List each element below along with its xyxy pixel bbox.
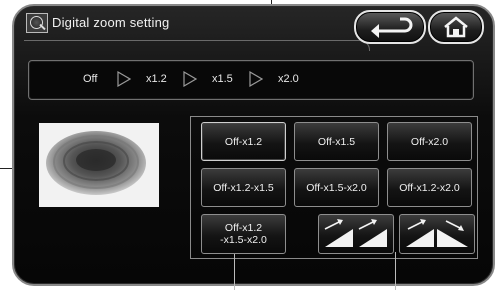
preset-off-x1-5-x2-0-button[interactable]: Off-x1.5-x2.0: [294, 168, 379, 207]
callout-line-bottom-right: [395, 252, 396, 290]
triangle-right-outline-icon: [249, 71, 263, 87]
title-divider: [24, 40, 370, 51]
home-icon: [444, 16, 468, 38]
triangle-right-outline-icon: [183, 71, 197, 87]
sequence-step: x1.2: [146, 73, 167, 85]
zoom-preview-image: [39, 123, 159, 207]
preset-button-label: Off-x1.2: [224, 135, 263, 148]
sequence-step: x1.5: [212, 73, 233, 85]
zoom-picture-icon: [26, 13, 48, 33]
sequence-step: Off: [83, 73, 98, 85]
preset-button-label: Off-x2.0: [410, 135, 449, 148]
preset-off-x1-2-x2-0-button[interactable]: Off-x1.2-x2.0: [387, 168, 472, 207]
return-arrow-icon: [371, 17, 413, 38]
preset-button-label: Off-x1.2-x2.0: [399, 181, 460, 194]
preset-off-x2-0-button[interactable]: Off-x2.0: [387, 122, 472, 161]
page-title: Digital zoom setting: [52, 15, 170, 30]
zoom-in-transition-button[interactable]: [318, 214, 394, 254]
preset-off-x1-2-button[interactable]: Off-x1.2: [201, 122, 286, 161]
zoom-in-out-ramp-icon: [406, 219, 468, 247]
preset-button-label: Off-x1.2 -x1.5-x2.0: [220, 222, 267, 246]
zoom-in-out-transition-button[interactable]: [399, 214, 475, 254]
preset-button-label: Off-x1.5-x2.0: [306, 181, 367, 194]
preset-button-label: Off-x1.5: [317, 135, 356, 148]
zoom-in-ramp-icon: [324, 219, 387, 247]
preset-off-x1-5-button[interactable]: Off-x1.5: [294, 122, 379, 161]
preset-button-label: Off-x1.2-x1.5: [213, 181, 274, 194]
preset-off-x1-2-x1-5-button[interactable]: Off-x1.2-x1.5: [201, 168, 286, 207]
home-button[interactable]: [428, 10, 484, 44]
preset-off-x1-2-x1-5-x2-0-button[interactable]: Off-x1.2 -x1.5-x2.0: [201, 214, 286, 254]
sequence-step: x2.0: [278, 73, 299, 85]
back-button[interactable]: [354, 10, 426, 44]
zoom-sequence-bar: Off x1.2 x1.5 x2.0: [28, 60, 474, 100]
callout-line-bottom-left: [234, 252, 235, 290]
triangle-right-outline-icon: [117, 71, 131, 87]
